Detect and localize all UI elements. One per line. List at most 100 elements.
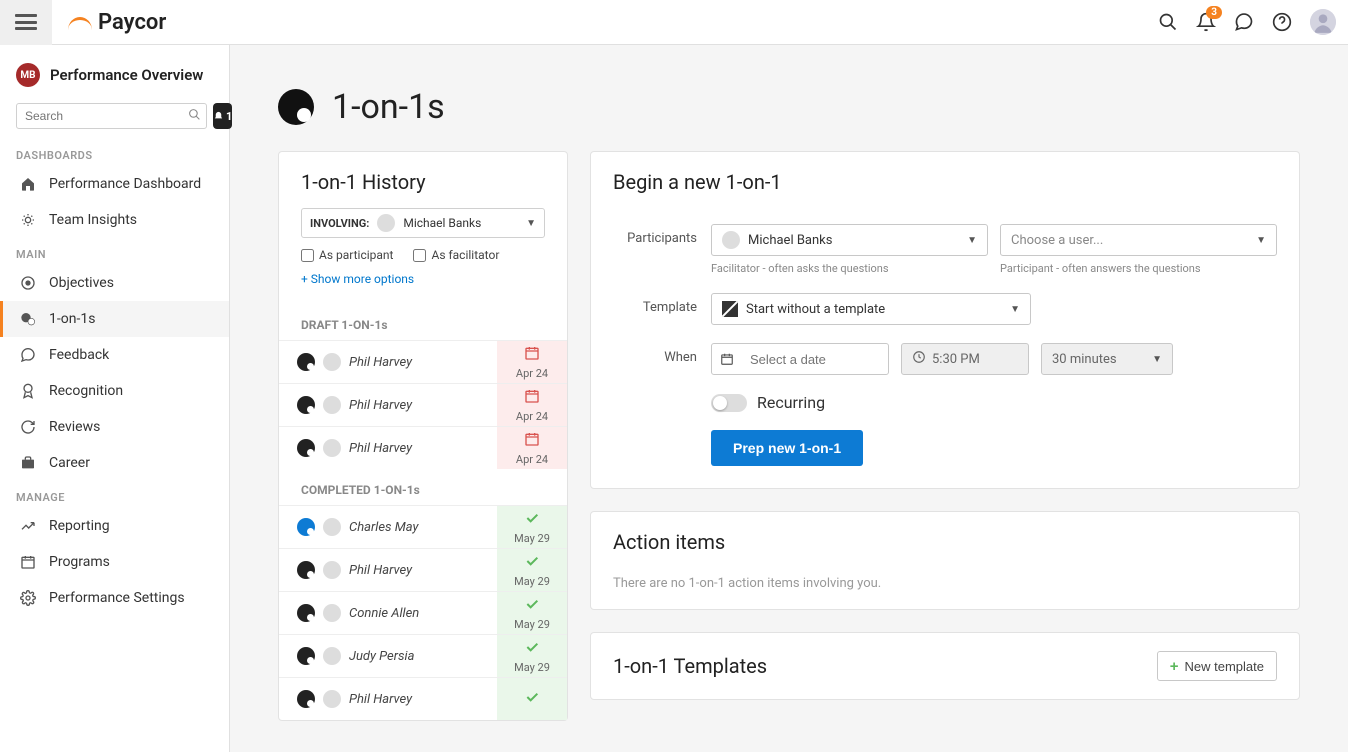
history-date: May 29: [497, 549, 567, 591]
logo-swoosh-icon: [68, 15, 92, 29]
history-row[interactable]: Charles May May 29: [279, 505, 567, 548]
history-name: Judy Persia: [349, 649, 414, 664]
sidebar-item-team-insights[interactable]: Team Insights: [0, 202, 229, 238]
check-icon: [524, 510, 540, 530]
history-name: Charles May: [349, 520, 418, 535]
topbar-right: 3: [1158, 9, 1336, 35]
search-icon[interactable]: [1158, 12, 1178, 32]
history-row[interactable]: Phil HarveyMay 29: [279, 548, 567, 591]
sidebar-item-reporting[interactable]: Reporting: [0, 508, 229, 544]
time-value: 5:30 PM: [932, 352, 980, 367]
chat-icon: [19, 310, 37, 328]
show-more-options-link[interactable]: Show more options: [301, 272, 545, 286]
user-avatar-icon: [323, 561, 341, 579]
history-date: May 29: [497, 592, 567, 634]
topbar: Paycor 3: [0, 0, 1348, 45]
sidebar-item-feedback[interactable]: Feedback: [0, 337, 229, 373]
chat-icon: [297, 439, 315, 457]
history-date: Apr 24: [497, 384, 567, 426]
chat-icon: [297, 561, 315, 579]
user-avatar-icon: [377, 214, 395, 232]
sidebar-item-reviews[interactable]: Reviews: [0, 409, 229, 445]
page-title: 1-on-1s: [332, 87, 445, 127]
sidebar-item-1on1s[interactable]: 1-on-1s: [0, 301, 229, 337]
sidebar-item-programs[interactable]: Programs: [0, 544, 229, 580]
history-row[interactable]: Connie AllenMay 29: [279, 591, 567, 634]
check-icon: [524, 689, 540, 709]
sidebar-search-input[interactable]: [16, 103, 207, 129]
action-items-card: Action items There are no 1-on-1 action …: [590, 511, 1300, 610]
sidebar-section-dashboards: DASHBOARDS: [0, 139, 229, 166]
history-row[interactable]: Phil HarveyApr 24: [279, 426, 567, 469]
sidebar-item-label: Recognition: [49, 383, 123, 399]
chat-icon: [297, 690, 315, 708]
chevron-down-icon: ▼: [1010, 304, 1020, 315]
history-row[interactable]: Phil Harvey: [279, 677, 567, 720]
history-row[interactable]: Phil HarveyApr 24: [279, 340, 567, 383]
trend-icon: [19, 517, 37, 535]
user-avatar-icon: [323, 690, 341, 708]
user-avatar-icon: [323, 439, 341, 457]
notifications-icon[interactable]: 3: [1196, 12, 1216, 32]
calendar-icon: [524, 388, 540, 408]
chat-icon: [297, 396, 315, 414]
chevron-down-icon: ▼: [526, 218, 536, 229]
history-row[interactable]: Phil HarveyApr 24: [279, 383, 567, 426]
participant-select[interactable]: Choose a user... ▼: [1000, 224, 1277, 256]
search-icon: [188, 108, 201, 125]
prep-new-button[interactable]: Prep new 1-on-1: [711, 430, 863, 466]
completed-section-label: COMPLETED 1-ON-1s: [279, 469, 567, 505]
sidebar-item-recognition[interactable]: Recognition: [0, 373, 229, 409]
target-icon: [19, 274, 37, 292]
facilitator-select[interactable]: Michael Banks ▼: [711, 224, 988, 256]
templates-card: 1-on-1 Templates + New template: [590, 632, 1300, 700]
refresh-icon: [19, 418, 37, 436]
page-header: 1-on-1s: [278, 87, 1300, 127]
sidebar-item-label: 1-on-1s: [49, 311, 95, 327]
duration-select[interactable]: 30 minutes ▼: [1041, 343, 1173, 375]
sidebar-item-label: Reporting: [49, 518, 110, 534]
sidebar-item-label: Career: [49, 455, 90, 471]
template-select[interactable]: Start without a template ▼: [711, 293, 1031, 325]
history-row[interactable]: Judy PersiaMay 29: [279, 634, 567, 677]
sidebar-section-manage: MANAGE: [0, 481, 229, 508]
check-icon: [524, 639, 540, 659]
sidebar-section-main: MAIN: [0, 238, 229, 265]
as-facilitator-checkbox[interactable]: As facilitator: [413, 248, 499, 262]
as-participant-checkbox[interactable]: As participant: [301, 248, 393, 262]
date-input[interactable]: [711, 343, 889, 375]
chevron-down-icon: ▼: [967, 235, 977, 246]
sidebar-item-career[interactable]: Career: [0, 445, 229, 481]
recurring-toggle[interactable]: [711, 394, 747, 412]
new-template-button[interactable]: + New template: [1157, 651, 1277, 681]
time-display: 5:30 PM: [901, 343, 1029, 375]
recurring-label: Recurring: [757, 393, 825, 412]
messages-icon[interactable]: [1234, 12, 1254, 32]
sidebar-item-performance-dashboard[interactable]: Performance Dashboard: [0, 166, 229, 202]
date-field[interactable]: [722, 344, 878, 374]
sidebar-item-label: Reviews: [49, 419, 100, 435]
involving-value: Michael Banks: [403, 216, 481, 230]
history-date: May 29: [497, 506, 567, 548]
templates-title: 1-on-1 Templates: [613, 654, 767, 678]
sidebar-avatar: MB: [16, 63, 40, 87]
filter-checkboxes: As participant As facilitator: [301, 248, 545, 262]
briefcase-icon: [19, 454, 37, 472]
sidebar-item-performance-settings[interactable]: Performance Settings: [0, 580, 229, 616]
user-avatar[interactable]: [1310, 9, 1336, 35]
action-items-title: Action items: [613, 530, 1277, 554]
logo[interactable]: Paycor: [68, 10, 166, 35]
history-card: 1-on-1 History INVOLVING: Michael Banks …: [278, 151, 568, 721]
new-template-label: New template: [1185, 659, 1264, 674]
bulb-icon: [19, 211, 37, 229]
facilitator-value: Michael Banks: [748, 233, 832, 248]
sidebar-item-objectives[interactable]: Objectives: [0, 265, 229, 301]
hamburger-icon[interactable]: [15, 14, 37, 30]
user-avatar-icon: [323, 518, 341, 536]
involving-select[interactable]: INVOLVING: Michael Banks ▼: [301, 208, 545, 238]
help-icon[interactable]: [1272, 12, 1292, 32]
user-avatar-icon: [323, 647, 341, 665]
participant-placeholder: Choose a user...: [1011, 233, 1103, 248]
date-text: May 29: [514, 532, 550, 545]
sidebar-item-label: Programs: [49, 554, 110, 570]
